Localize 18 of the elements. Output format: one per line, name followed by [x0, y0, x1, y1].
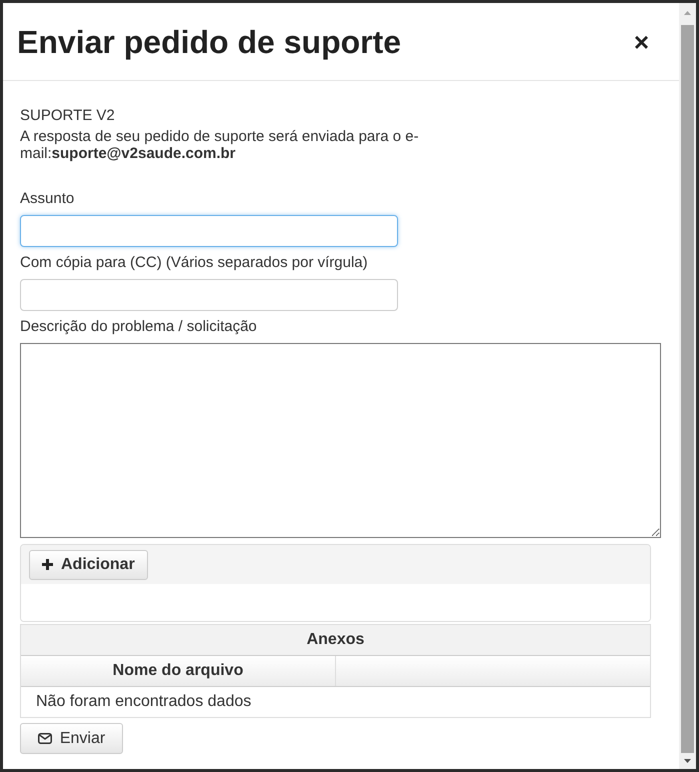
- column-header: Nome do arquivo: [112, 661, 244, 681]
- description-field[interactable]: [20, 343, 661, 538]
- send-button[interactable]: Enviar: [20, 723, 123, 754]
- support-heading: SUPORTE V2: [20, 106, 116, 126]
- table-title: Anexos: [21, 625, 650, 655]
- scrollbar[interactable]: [679, 3, 696, 769]
- info-message: A resposta de seu pedido de suporte será enviada para o e-mail:suporte@v2saude.com.br: [20, 128, 420, 162]
- add-button[interactable]: Adicionar: [29, 550, 148, 580]
- close-button[interactable]: ×: [634, 28, 649, 54]
- field-label: Com cópia para (CC) (Vários separados por vírgula): [20, 253, 369, 273]
- plus-icon: [42, 559, 53, 570]
- empty-message: Não foram encontrados dados: [36, 692, 252, 712]
- field-label: Descrição do problema / solicitação: [20, 317, 258, 337]
- input-field[interactable]: [20, 279, 398, 311]
- input-field[interactable]: [20, 215, 398, 247]
- field-label: Assunto: [20, 189, 76, 209]
- envelope-icon: [38, 733, 52, 744]
- dialog-title: Enviar pedido de suporte: [17, 22, 402, 62]
